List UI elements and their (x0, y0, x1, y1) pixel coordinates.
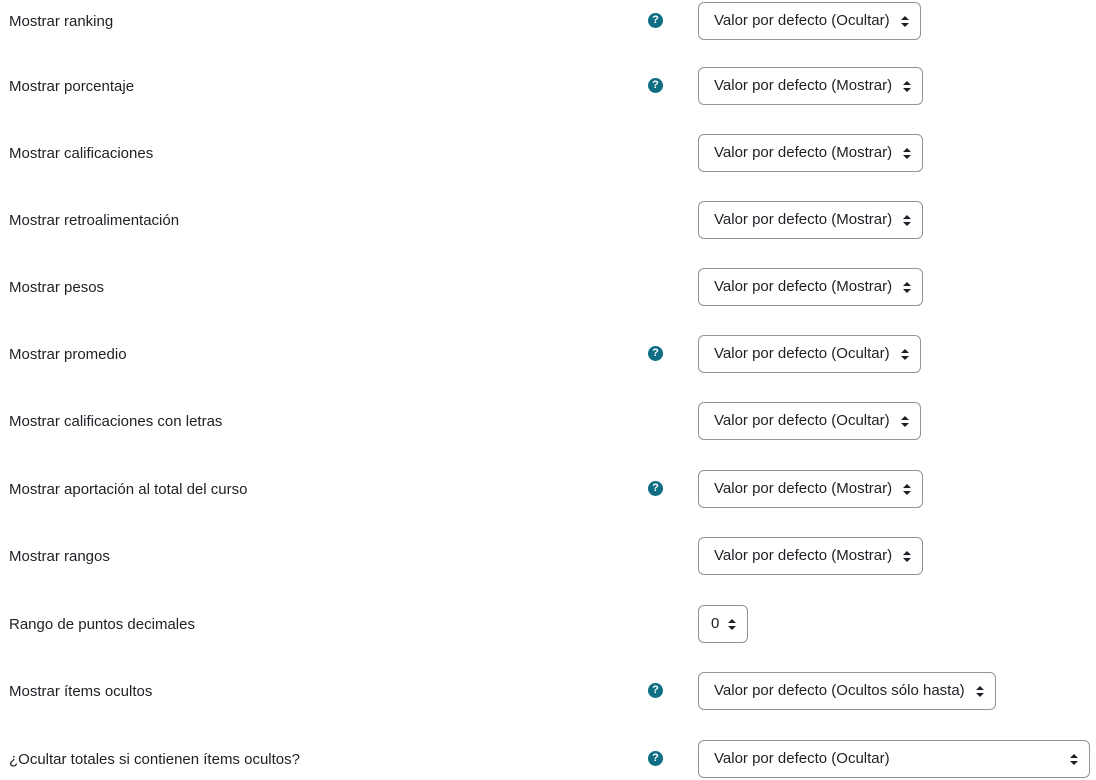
help-icon[interactable]: ? (648, 78, 663, 93)
select-value: Valor por defecto (Mostrar) (714, 77, 893, 94)
setting-select[interactable]: Valor por defecto (Mostrar) (698, 67, 924, 105)
select-value: Valor por defecto (Ocultar) (714, 412, 890, 429)
select-value: Valor por defecto (Mostrar) (714, 547, 893, 564)
setting-label: ¿Ocultar totales si contienen ítems ocul… (9, 751, 300, 768)
setting-label: Mostrar retroalimentación (9, 212, 180, 229)
setting-select[interactable]: Valor por defecto (Mostrar) (698, 134, 924, 172)
select-caret-icon (903, 538, 912, 574)
select-value: Valor por defecto (Mostrar) (714, 144, 893, 161)
select-value: Valor por defecto (Mostrar) (714, 480, 893, 497)
help-icon[interactable]: ? (648, 13, 663, 28)
setting-select[interactable]: Valor por defecto (Mostrar) (698, 470, 924, 508)
select-caret-icon (903, 471, 912, 507)
select-value: Valor por defecto (Mostrar) (714, 278, 893, 295)
select-value: Valor por defecto (Ocultar) (714, 345, 890, 362)
setting-row-rango-decimales: Rango de puntos decimales 0 (0, 605, 1096, 645)
setting-label: Mostrar promedio (9, 346, 127, 363)
setting-label: Mostrar aportación al total del curso (9, 481, 248, 498)
setting-row-ocultar-totales: ¿Ocultar totales si contienen ítems ocul… (0, 740, 1096, 780)
setting-row-mostrar-porcentaje: Mostrar porcentaje ? Valor por defecto (… (0, 67, 1096, 107)
select-caret-icon (903, 269, 912, 305)
select-value: Valor por defecto (Ocultar) (714, 750, 890, 767)
setting-select[interactable]: Valor por defecto (Ocultar) (698, 335, 921, 373)
setting-row-mostrar-rangos: Mostrar rangos Valor por defecto (Mostra… (0, 537, 1096, 577)
select-caret-icon (728, 606, 737, 642)
select-caret-icon (900, 3, 909, 39)
select-caret-icon (1070, 741, 1078, 777)
select-value: Valor por defecto (Mostrar) (714, 211, 893, 228)
setting-select[interactable]: Valor por defecto (Mostrar) (698, 537, 924, 575)
select-value: 0 (711, 615, 720, 632)
setting-row-mostrar-retroalimentacion: Mostrar retroalimentación Valor por defe… (0, 201, 1096, 241)
help-icon[interactable]: ? (648, 481, 663, 496)
setting-label: Mostrar rangos (9, 548, 110, 565)
setting-row-mostrar-ranking: Mostrar ranking ? Valor por defecto (Ocu… (0, 2, 1096, 42)
select-caret-icon (903, 202, 912, 238)
setting-row-mostrar-pesos: Mostrar pesos Valor por defecto (Mostrar… (0, 268, 1096, 308)
help-icon[interactable]: ? (648, 751, 663, 766)
setting-label: Mostrar pesos (9, 279, 105, 296)
select-value: Valor por defecto (Ocultos sólo hasta) (714, 682, 965, 699)
setting-row-mostrar-calificaciones-letras: Mostrar calificaciones con letras Valor … (0, 402, 1096, 442)
setting-label: Mostrar ranking (9, 13, 114, 30)
select-caret-icon (900, 336, 909, 372)
help-icon[interactable]: ? (648, 683, 663, 698)
setting-select[interactable]: Valor por defecto (Ocultar) (698, 740, 1090, 778)
help-icon[interactable]: ? (648, 346, 663, 361)
setting-row-mostrar-items-ocultos: Mostrar ítems ocultos ? Valor por defect… (0, 672, 1096, 712)
setting-row-mostrar-promedio: Mostrar promedio ? Valor por defecto (Oc… (0, 335, 1096, 375)
setting-select[interactable]: Valor por defecto (Mostrar) (698, 268, 924, 306)
setting-select[interactable]: Valor por defecto (Ocultar) (698, 402, 921, 440)
setting-select[interactable]: Valor por defecto (Ocultar) (698, 2, 921, 40)
setting-label: Rango de puntos decimales (9, 616, 195, 633)
select-caret-icon (900, 403, 909, 439)
setting-label: Mostrar calificaciones (9, 145, 154, 162)
decimal-points-select[interactable]: 0 (698, 605, 749, 643)
setting-label: Mostrar calificaciones con letras (9, 413, 223, 430)
setting-row-mostrar-calificaciones: Mostrar calificaciones Valor por defecto… (0, 134, 1096, 174)
setting-label: Mostrar porcentaje (9, 78, 135, 95)
setting-label: Mostrar ítems ocultos (9, 683, 153, 700)
setting-row-mostrar-aportacion: Mostrar aportación al total del curso ? … (0, 470, 1096, 510)
select-value: Valor por defecto (Ocultar) (714, 12, 890, 29)
setting-select[interactable]: Valor por defecto (Mostrar) (698, 201, 924, 239)
select-caret-icon (903, 68, 912, 104)
setting-select[interactable]: Valor por defecto (Ocultos sólo hasta) (698, 672, 996, 710)
select-caret-icon (975, 673, 984, 709)
select-caret-icon (903, 135, 912, 171)
